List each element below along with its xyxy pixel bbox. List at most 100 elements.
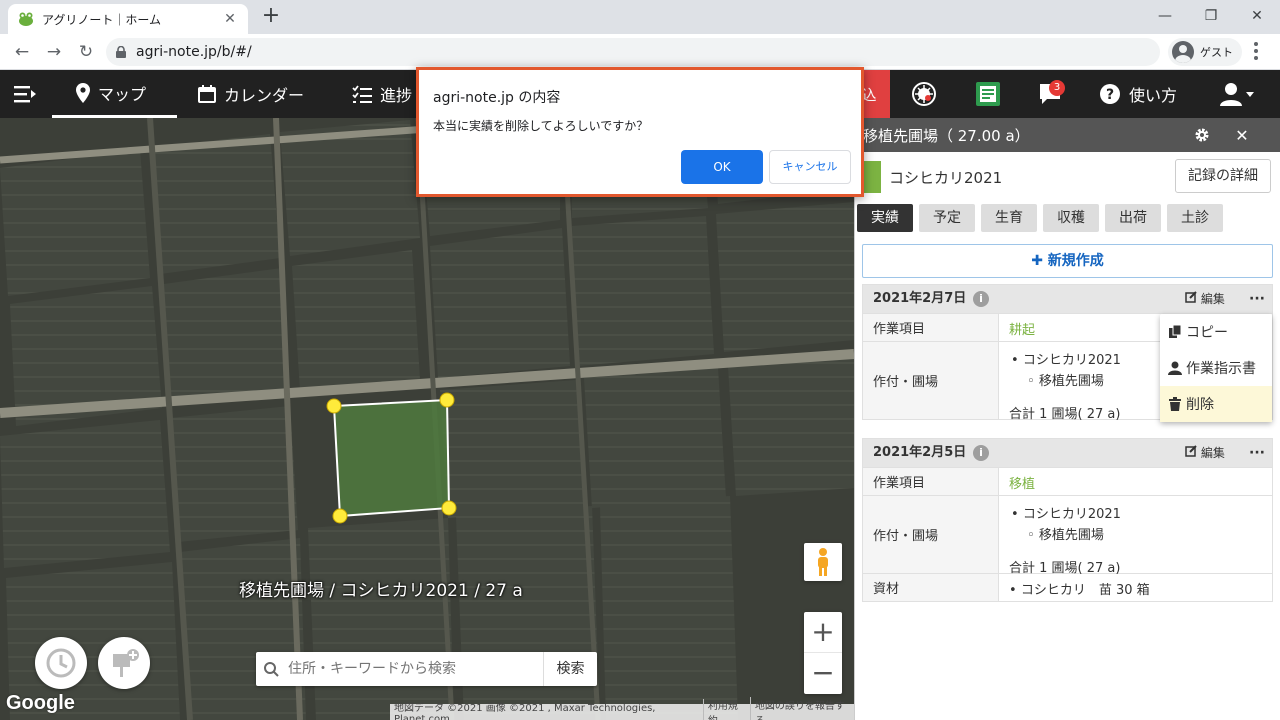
tab-harvest[interactable]: 収穫	[1043, 204, 1099, 232]
report-error-link[interactable]: 地図の誤りを報告する	[751, 697, 854, 720]
reload-icon[interactable]: ↻	[74, 40, 98, 64]
record-card: 2021年2月5日 i 編集 ··· 作業項目 移植 作付・圃場 • コシヒカリ…	[862, 438, 1273, 602]
lock-icon	[116, 46, 126, 58]
dialog-message: 本当に実績を削除してよろしいですか？	[433, 119, 649, 133]
more-menu-icon[interactable]: ···	[1249, 285, 1265, 313]
panel-tabs: 実績 予定 生育 収穫 出荷 土診	[857, 204, 1229, 232]
browser-menu-icon[interactable]	[1254, 42, 1258, 62]
list-icon	[352, 85, 372, 103]
terms-link[interactable]: 利用規約	[704, 697, 751, 720]
back-icon[interactable]: ←	[10, 40, 34, 64]
tab-growth[interactable]: 生育	[981, 204, 1037, 232]
crop-color-swatch	[863, 161, 881, 193]
panel-header: 移植先圃場（ 27.00 a） ✕	[855, 118, 1280, 152]
tab-shipment[interactable]: 出荷	[1105, 204, 1161, 232]
crop-field-value: • コシヒカリ2021 ◦ 移植先圃場 合計 1 圃場( 27 a)	[999, 496, 1272, 576]
guest-avatar-icon	[1172, 41, 1194, 63]
zoom-control: + −	[804, 612, 842, 694]
info-icon[interactable]: i	[973, 445, 989, 461]
tab-soil[interactable]: 土診	[1167, 204, 1223, 232]
tab-close-icon[interactable]: ✕	[222, 11, 238, 27]
panel-close-icon[interactable]: ✕	[1227, 118, 1257, 152]
menu-item-work-order[interactable]: 作業指示書	[1160, 350, 1272, 386]
flag-plus-icon	[113, 649, 139, 677]
settings-gear-icon[interactable]	[1187, 118, 1217, 152]
notification-badge: 3	[1049, 80, 1065, 96]
nav-calendar[interactable]: カレンダー	[198, 70, 304, 118]
profile-button[interactable]: ゲスト	[1168, 38, 1242, 66]
record-detail-button[interactable]: 記録の詳細	[1175, 159, 1271, 193]
menu-item-copy[interactable]: コピー	[1160, 314, 1272, 350]
help-circle-icon: ?	[1100, 84, 1120, 104]
zoom-out-icon[interactable]: −	[804, 653, 842, 694]
row-label: 資材	[863, 574, 999, 601]
menu-delete-label: 削除	[1186, 397, 1214, 413]
more-menu-icon[interactable]: ···	[1249, 439, 1265, 467]
history-button[interactable]	[35, 637, 87, 689]
map-pin-icon	[76, 82, 90, 103]
crop-row: コシヒカリ2021 記録の詳細	[863, 159, 1275, 193]
user-menu-icon[interactable]	[1220, 82, 1256, 110]
dialog-title: agri-note.jp の内容	[433, 90, 561, 106]
row-label: 作付・圃場	[863, 342, 999, 419]
frog-favicon-icon	[19, 12, 33, 26]
nav-progress-label: 進捗	[380, 86, 413, 105]
browser-tab-bar: アグリノート｜ホーム ✕ + — ❐ ✕	[0, 0, 1280, 34]
record-header: 2021年2月7日 i 編集 ···	[863, 285, 1272, 313]
minimize-icon[interactable]: —	[1142, 0, 1188, 32]
url-text: agri-note.jp/b/#/	[136, 44, 252, 60]
row-label: 作付・圃場	[863, 496, 999, 573]
record-date: 2021年2月7日	[873, 291, 967, 306]
settings-wheel-icon[interactable]	[911, 81, 937, 111]
attribution-data: 地図データ ©2021 画像 ©2021 , Maxar Technologie…	[390, 699, 704, 720]
nav-map-label: マップ	[98, 84, 147, 104]
row-label: 作業項目	[863, 314, 999, 341]
new-record-button[interactable]: ✚ 新規作成	[862, 244, 1273, 278]
record-date: 2021年2月5日	[873, 445, 967, 460]
record-row: 作業項目 移植	[863, 467, 1272, 495]
street-view-pegman-icon[interactable]	[804, 543, 842, 581]
window-close-icon[interactable]: ✕	[1234, 0, 1280, 32]
restore-icon[interactable]: ❐	[1188, 0, 1234, 32]
edit-icon	[1185, 291, 1197, 303]
crop-name: コシヒカリ2021	[889, 169, 1003, 187]
copy-icon	[1169, 325, 1182, 338]
nav-map[interactable]: マップ	[52, 70, 177, 118]
edit-button[interactable]: 編集	[1185, 285, 1225, 313]
nav-progress[interactable]: 進捗	[352, 70, 412, 118]
person-icon	[1168, 361, 1182, 375]
cancel-button[interactable]: キャンセル	[769, 150, 851, 184]
tab-results[interactable]: 実績	[857, 204, 913, 232]
nav-help[interactable]: ? 使い方	[1099, 70, 1177, 118]
map-search-input[interactable]	[284, 653, 543, 685]
edit-label: 編集	[1200, 446, 1225, 460]
ok-button[interactable]: OK	[681, 150, 763, 184]
row-label: 作業項目	[863, 468, 999, 495]
zoom-in-icon[interactable]: +	[804, 612, 842, 653]
record-header: 2021年2月5日 i 編集 ···	[863, 439, 1272, 467]
omnibox[interactable]: agri-note.jp/b/#/	[106, 38, 1160, 66]
address-bar: ← → ↻ agri-note.jp/b/#/ ゲスト	[0, 34, 1280, 70]
forward-icon[interactable]: →	[42, 40, 66, 64]
tab-plans[interactable]: 予定	[919, 204, 975, 232]
new-tab-icon[interactable]: +	[259, 5, 283, 29]
work-item-value[interactable]: 移植	[999, 468, 1272, 495]
sidebar-toggle-icon[interactable]	[14, 84, 38, 108]
menu-copy-label: コピー	[1186, 325, 1228, 341]
map-search-box: 検索	[256, 652, 597, 686]
tab-title: アグリノート｜ホーム	[42, 12, 162, 27]
field-list-item: ◦ 移植先圃場	[1027, 528, 1104, 543]
menu-item-delete[interactable]: 削除	[1160, 386, 1272, 422]
add-marker-button[interactable]	[98, 637, 150, 689]
record-row: 作付・圃場 • コシヒカリ2021 ◦ 移植先圃場 合計 1 圃場( 27 a)	[863, 495, 1272, 576]
satellite-map[interactable]: 移植先圃場 / コシヒカリ2021 / 27 a 検索 + − Google 地…	[0, 118, 854, 720]
trash-icon	[1169, 397, 1181, 411]
field-map-label: 移植先圃場 / コシヒカリ2021 / 27 a	[239, 581, 523, 601]
manual-book-icon[interactable]	[975, 81, 1001, 111]
info-icon[interactable]: i	[973, 291, 989, 307]
browser-tab[interactable]: アグリノート｜ホーム ✕	[8, 4, 248, 34]
satellite-imagery	[0, 118, 854, 720]
panel-title: 移植先圃場（ 27.00 a）	[863, 126, 1030, 145]
map-search-button[interactable]: 検索	[543, 652, 597, 686]
edit-button[interactable]: 編集	[1185, 439, 1225, 467]
